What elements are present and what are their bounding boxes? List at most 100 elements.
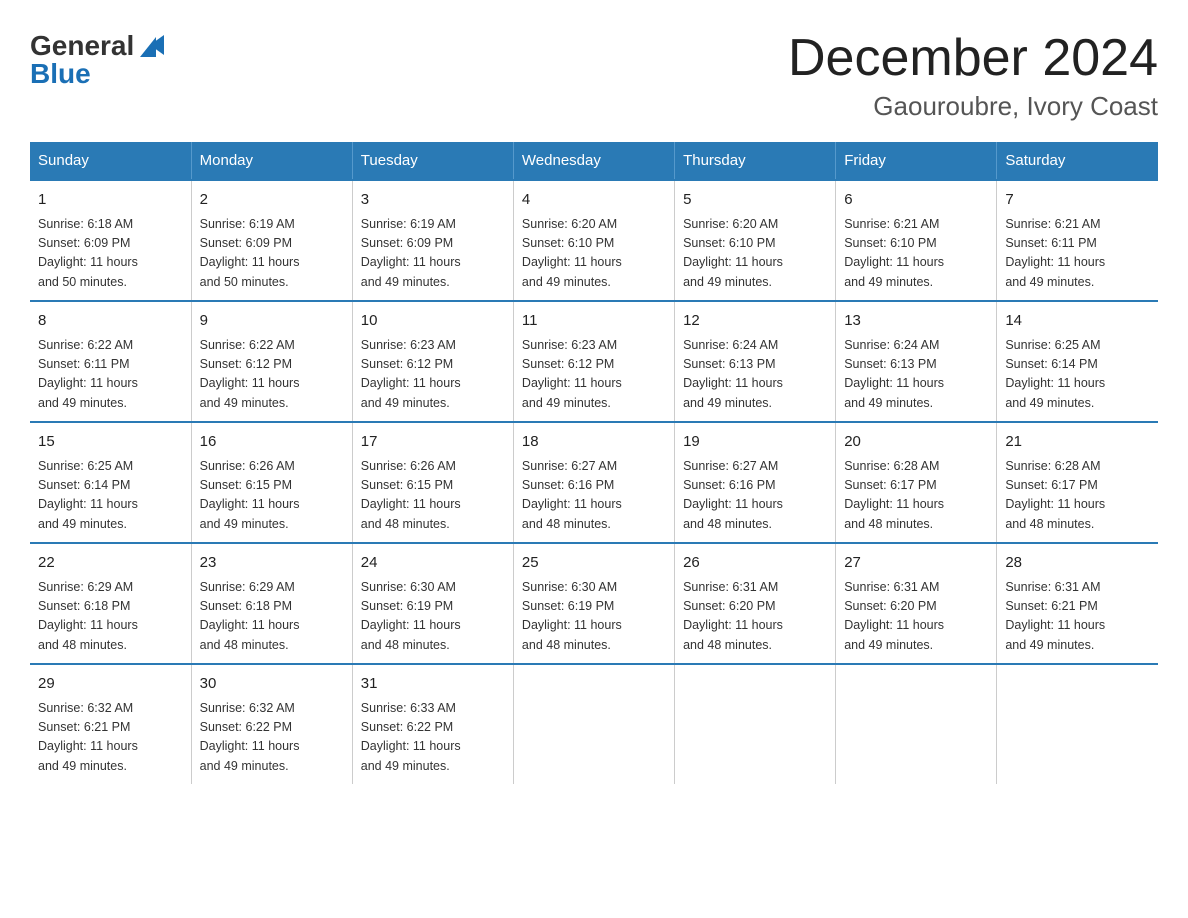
day-number: 14 — [1005, 310, 1150, 333]
calendar-header-row: SundayMondayTuesdayWednesdayThursdayFrid… — [30, 142, 1158, 180]
calendar-cell: 4 Sunrise: 6:20 AM Sunset: 6:10 PM Dayli… — [513, 180, 674, 301]
day-number: 29 — [38, 673, 183, 696]
calendar-cell: 5 Sunrise: 6:20 AM Sunset: 6:10 PM Dayli… — [675, 180, 836, 301]
day-number: 10 — [361, 310, 505, 333]
day-number: 31 — [361, 673, 505, 696]
page-title: December 2024 — [788, 30, 1158, 87]
calendar-week-row: 22 Sunrise: 6:29 AM Sunset: 6:18 PM Dayl… — [30, 543, 1158, 664]
day-number: 27 — [844, 552, 988, 575]
calendar-cell: 27 Sunrise: 6:31 AM Sunset: 6:20 PM Dayl… — [836, 543, 997, 664]
calendar-cell: 31 Sunrise: 6:33 AM Sunset: 6:22 PM Dayl… — [352, 664, 513, 784]
calendar-cell: 30 Sunrise: 6:32 AM Sunset: 6:22 PM Dayl… — [191, 664, 352, 784]
day-info: Sunrise: 6:19 AM Sunset: 6:09 PM Dayligh… — [200, 215, 344, 293]
page-header: General Blue December 2024 Gaouroubre, I… — [30, 30, 1158, 122]
day-info: Sunrise: 6:18 AM Sunset: 6:09 PM Dayligh… — [38, 215, 183, 293]
day-number: 7 — [1005, 189, 1150, 212]
header-saturday: Saturday — [997, 142, 1158, 180]
day-number: 25 — [522, 552, 666, 575]
calendar-cell: 6 Sunrise: 6:21 AM Sunset: 6:10 PM Dayli… — [836, 180, 997, 301]
header-thursday: Thursday — [675, 142, 836, 180]
calendar-cell: 28 Sunrise: 6:31 AM Sunset: 6:21 PM Dayl… — [997, 543, 1158, 664]
calendar-cell: 21 Sunrise: 6:28 AM Sunset: 6:17 PM Dayl… — [997, 422, 1158, 543]
calendar-cell: 26 Sunrise: 6:31 AM Sunset: 6:20 PM Dayl… — [675, 543, 836, 664]
logo: General Blue — [30, 30, 164, 90]
day-info: Sunrise: 6:28 AM Sunset: 6:17 PM Dayligh… — [844, 457, 988, 535]
day-number: 20 — [844, 431, 988, 454]
calendar-cell: 19 Sunrise: 6:27 AM Sunset: 6:16 PM Dayl… — [675, 422, 836, 543]
day-info: Sunrise: 6:20 AM Sunset: 6:10 PM Dayligh… — [683, 215, 827, 293]
day-number: 13 — [844, 310, 988, 333]
logo-triangle-icon — [136, 31, 164, 59]
day-info: Sunrise: 6:24 AM Sunset: 6:13 PM Dayligh… — [844, 336, 988, 414]
day-info: Sunrise: 6:31 AM Sunset: 6:20 PM Dayligh… — [844, 578, 988, 656]
day-info: Sunrise: 6:24 AM Sunset: 6:13 PM Dayligh… — [683, 336, 827, 414]
day-number: 9 — [200, 310, 344, 333]
calendar-cell: 14 Sunrise: 6:25 AM Sunset: 6:14 PM Dayl… — [997, 301, 1158, 422]
day-number: 3 — [361, 189, 505, 212]
title-block: December 2024 Gaouroubre, Ivory Coast — [788, 30, 1158, 122]
day-number: 22 — [38, 552, 183, 575]
day-number: 8 — [38, 310, 183, 333]
calendar-cell: 12 Sunrise: 6:24 AM Sunset: 6:13 PM Dayl… — [675, 301, 836, 422]
calendar-cell: 16 Sunrise: 6:26 AM Sunset: 6:15 PM Dayl… — [191, 422, 352, 543]
page-subtitle: Gaouroubre, Ivory Coast — [788, 91, 1158, 122]
calendar-cell — [997, 664, 1158, 784]
calendar-cell — [513, 664, 674, 784]
day-number: 1 — [38, 189, 183, 212]
calendar-cell — [675, 664, 836, 784]
calendar-cell: 13 Sunrise: 6:24 AM Sunset: 6:13 PM Dayl… — [836, 301, 997, 422]
calendar-cell — [836, 664, 997, 784]
day-info: Sunrise: 6:30 AM Sunset: 6:19 PM Dayligh… — [361, 578, 505, 656]
day-info: Sunrise: 6:26 AM Sunset: 6:15 PM Dayligh… — [361, 457, 505, 535]
calendar-cell: 24 Sunrise: 6:30 AM Sunset: 6:19 PM Dayl… — [352, 543, 513, 664]
calendar-cell: 22 Sunrise: 6:29 AM Sunset: 6:18 PM Dayl… — [30, 543, 191, 664]
day-info: Sunrise: 6:29 AM Sunset: 6:18 PM Dayligh… — [38, 578, 183, 656]
day-number: 5 — [683, 189, 827, 212]
day-info: Sunrise: 6:19 AM Sunset: 6:09 PM Dayligh… — [361, 215, 505, 293]
day-number: 11 — [522, 310, 666, 333]
day-number: 12 — [683, 310, 827, 333]
day-number: 28 — [1005, 552, 1150, 575]
calendar-cell: 25 Sunrise: 6:30 AM Sunset: 6:19 PM Dayl… — [513, 543, 674, 664]
day-info: Sunrise: 6:27 AM Sunset: 6:16 PM Dayligh… — [522, 457, 666, 535]
header-wednesday: Wednesday — [513, 142, 674, 180]
day-info: Sunrise: 6:26 AM Sunset: 6:15 PM Dayligh… — [200, 457, 344, 535]
day-info: Sunrise: 6:33 AM Sunset: 6:22 PM Dayligh… — [361, 699, 505, 777]
calendar-table: SundayMondayTuesdayWednesdayThursdayFrid… — [30, 142, 1158, 784]
day-info: Sunrise: 6:31 AM Sunset: 6:21 PM Dayligh… — [1005, 578, 1150, 656]
header-sunday: Sunday — [30, 142, 191, 180]
day-number: 23 — [200, 552, 344, 575]
header-monday: Monday — [191, 142, 352, 180]
day-info: Sunrise: 6:25 AM Sunset: 6:14 PM Dayligh… — [38, 457, 183, 535]
calendar-cell: 8 Sunrise: 6:22 AM Sunset: 6:11 PM Dayli… — [30, 301, 191, 422]
header-tuesday: Tuesday — [352, 142, 513, 180]
day-number: 17 — [361, 431, 505, 454]
day-number: 2 — [200, 189, 344, 212]
calendar-cell: 1 Sunrise: 6:18 AM Sunset: 6:09 PM Dayli… — [30, 180, 191, 301]
calendar-cell: 15 Sunrise: 6:25 AM Sunset: 6:14 PM Dayl… — [30, 422, 191, 543]
day-info: Sunrise: 6:22 AM Sunset: 6:12 PM Dayligh… — [200, 336, 344, 414]
calendar-week-row: 1 Sunrise: 6:18 AM Sunset: 6:09 PM Dayli… — [30, 180, 1158, 301]
calendar-cell: 18 Sunrise: 6:27 AM Sunset: 6:16 PM Dayl… — [513, 422, 674, 543]
day-info: Sunrise: 6:28 AM Sunset: 6:17 PM Dayligh… — [1005, 457, 1150, 535]
calendar-cell: 17 Sunrise: 6:26 AM Sunset: 6:15 PM Dayl… — [352, 422, 513, 543]
day-info: Sunrise: 6:32 AM Sunset: 6:22 PM Dayligh… — [200, 699, 344, 777]
calendar-cell: 2 Sunrise: 6:19 AM Sunset: 6:09 PM Dayli… — [191, 180, 352, 301]
day-number: 15 — [38, 431, 183, 454]
calendar-cell: 11 Sunrise: 6:23 AM Sunset: 6:12 PM Dayl… — [513, 301, 674, 422]
calendar-week-row: 29 Sunrise: 6:32 AM Sunset: 6:21 PM Dayl… — [30, 664, 1158, 784]
calendar-cell: 9 Sunrise: 6:22 AM Sunset: 6:12 PM Dayli… — [191, 301, 352, 422]
day-info: Sunrise: 6:20 AM Sunset: 6:10 PM Dayligh… — [522, 215, 666, 293]
day-info: Sunrise: 6:23 AM Sunset: 6:12 PM Dayligh… — [522, 336, 666, 414]
day-number: 19 — [683, 431, 827, 454]
day-info: Sunrise: 6:22 AM Sunset: 6:11 PM Dayligh… — [38, 336, 183, 414]
calendar-cell: 3 Sunrise: 6:19 AM Sunset: 6:09 PM Dayli… — [352, 180, 513, 301]
day-info: Sunrise: 6:30 AM Sunset: 6:19 PM Dayligh… — [522, 578, 666, 656]
logo-blue-text: Blue — [30, 58, 164, 90]
header-friday: Friday — [836, 142, 997, 180]
day-number: 21 — [1005, 431, 1150, 454]
day-info: Sunrise: 6:23 AM Sunset: 6:12 PM Dayligh… — [361, 336, 505, 414]
calendar-cell: 10 Sunrise: 6:23 AM Sunset: 6:12 PM Dayl… — [352, 301, 513, 422]
day-number: 30 — [200, 673, 344, 696]
day-number: 26 — [683, 552, 827, 575]
